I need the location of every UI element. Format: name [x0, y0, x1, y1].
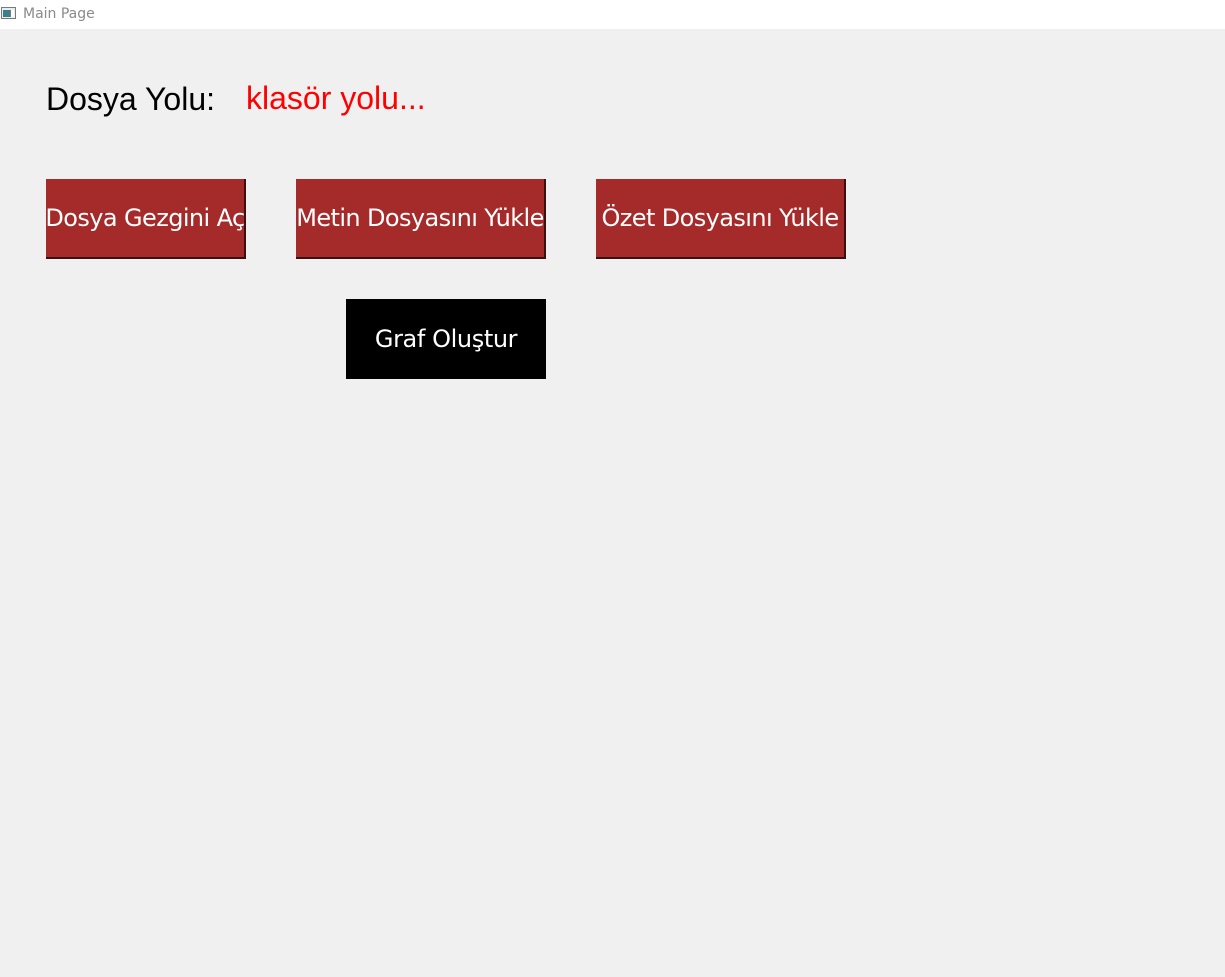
window-title: Main Page [23, 6, 95, 22]
create-graph-button[interactable]: Graf Oluştur [346, 299, 546, 379]
open-file-explorer-button[interactable]: Dosya Gezgini Aç [46, 179, 246, 259]
app-window-icon [1, 7, 16, 19]
file-path-value: klasör yolu... [246, 80, 426, 116]
file-path-label: Dosya Yolu: [46, 81, 216, 117]
main-page-content [0, 29, 1225, 977]
load-text-file-button[interactable]: Metin Dosyasını Yükle [296, 179, 546, 259]
title-bar[interactable]: Main Page [0, 0, 1225, 29]
load-summary-file-button[interactable]: Özet Dosyasını Yükle [596, 179, 846, 259]
